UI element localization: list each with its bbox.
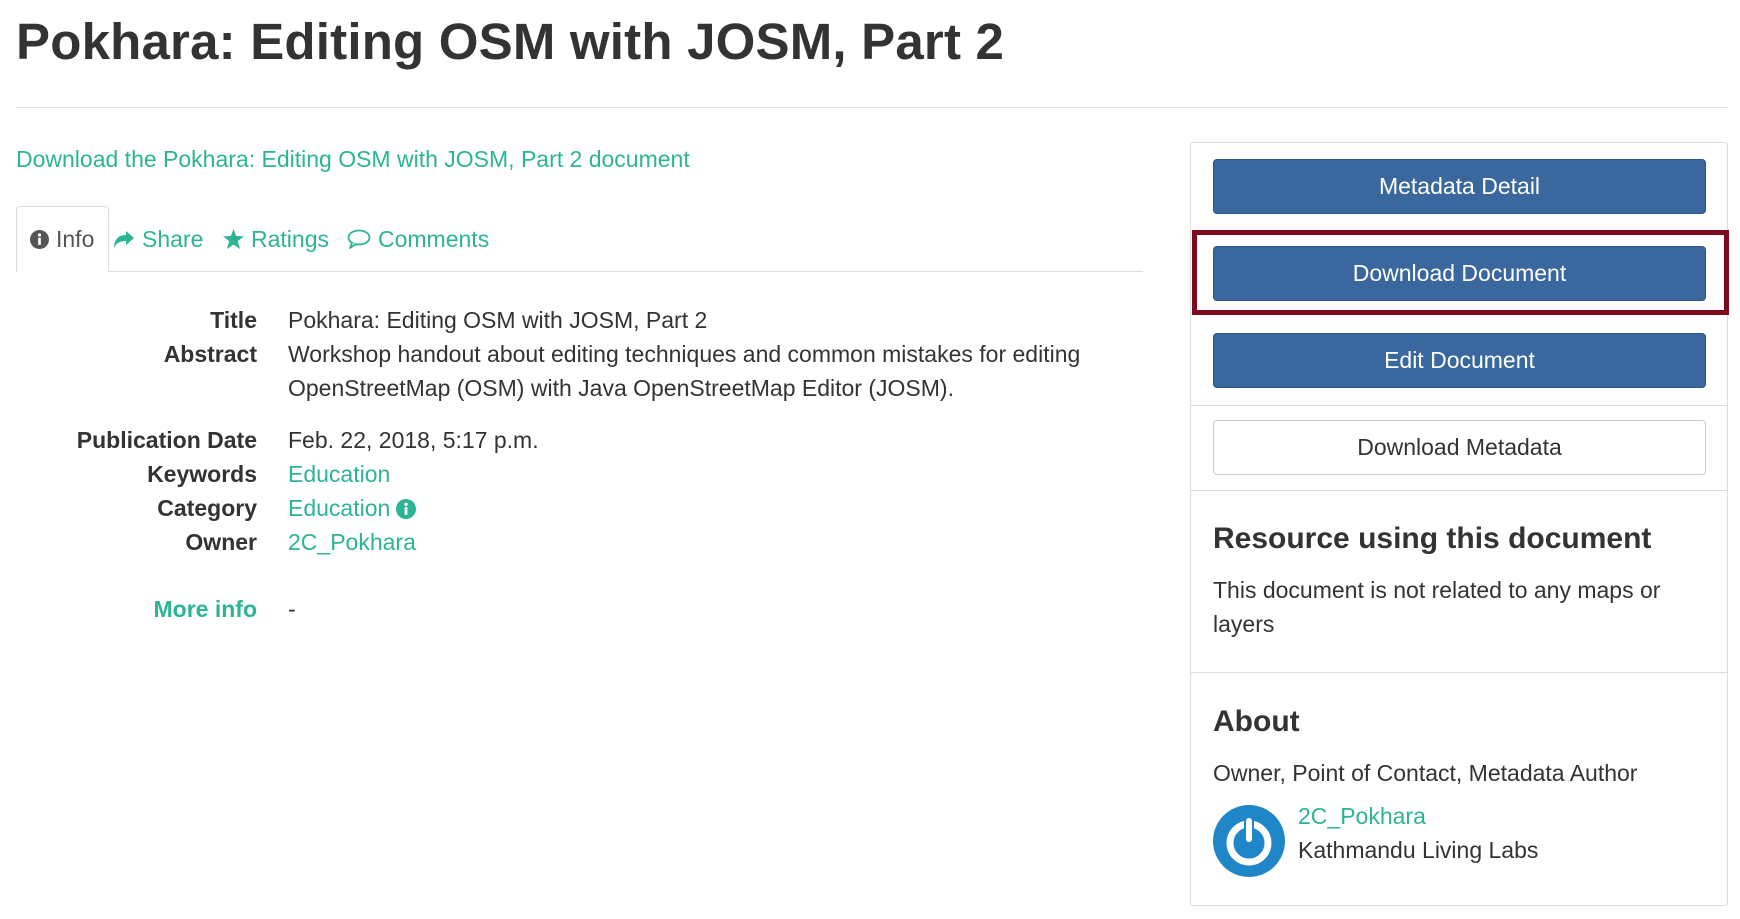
star-icon — [223, 229, 244, 249]
category-link[interactable]: Education — [288, 495, 390, 521]
resource-text: This document is not related to any maps… — [1213, 577, 1661, 637]
document-detail-page: Pokhara: Editing OSM with JOSM, Part 2 D… — [0, 0, 1740, 919]
meta-abstract-key: Abstract — [163, 341, 257, 367]
info-circle-icon — [30, 230, 49, 249]
title-divider — [16, 107, 1728, 108]
download-metadata-button[interactable]: Download Metadata — [1213, 420, 1706, 475]
tab-bar: Info Share Ratings Comments — [16, 206, 1143, 273]
share-icon — [113, 230, 135, 249]
meta-pubdate-value: Feb. 22, 2018, 5:17 p.m. — [288, 427, 539, 453]
meta-abstract-line-1: Workshop handout about editing technique… — [288, 341, 1081, 367]
category-info-icon[interactable] — [396, 494, 417, 528]
tab-comments[interactable]: Comments — [347, 206, 489, 272]
sidebar-divider — [1191, 672, 1727, 673]
meta-abstract-line-2: OpenStreetMap (OSM) with Java OpenStreet… — [288, 375, 954, 401]
metadata-detail-button[interactable]: Metadata Detail — [1213, 159, 1706, 214]
tab-info[interactable]: Info — [16, 206, 109, 273]
about-owner-org: Kathmandu Living Labs — [1298, 837, 1539, 863]
tab-info-label: Info — [56, 226, 95, 252]
meta-pubdate-key: Publication Date — [76, 427, 257, 453]
download-document-link[interactable]: Download the Pokhara: Editing OSM with J… — [16, 146, 690, 173]
meta-owner-key: Owner — [185, 529, 257, 555]
meta-category-key: Category — [157, 495, 257, 521]
download-document-button[interactable]: Download Document — [1213, 246, 1706, 301]
sidebar-divider — [1191, 405, 1727, 406]
page-title: Pokhara: Editing OSM with JOSM, Part 2 — [16, 13, 1005, 70]
sidebar-divider — [1191, 490, 1727, 491]
meta-title-value: Pokhara: Editing OSM with JOSM, Part 2 — [288, 307, 708, 333]
resource-heading: Resource using this document — [1213, 522, 1652, 555]
tab-share[interactable]: Share — [113, 206, 203, 272]
about-owner-link[interactable]: 2C_Pokhara — [1298, 803, 1426, 830]
keyword-link[interactable]: Education — [288, 457, 390, 491]
tab-ratings[interactable]: Ratings — [223, 206, 329, 272]
more-info-value: - — [288, 596, 296, 622]
meta-keywords-key: Keywords — [147, 461, 257, 487]
avatar[interactable] — [1213, 805, 1285, 877]
about-roles: Owner, Point of Contact, Metadata Author — [1213, 760, 1638, 786]
tab-share-label: Share — [142, 225, 204, 252]
comment-icon — [347, 229, 371, 249]
owner-link[interactable]: 2C_Pokhara — [288, 525, 416, 559]
about-heading: About — [1213, 705, 1300, 738]
meta-title-key: Title — [210, 307, 257, 333]
edit-document-button[interactable]: Edit Document — [1213, 333, 1706, 388]
sidebar-panel: Metadata Detail Download Document Edit D… — [1190, 142, 1728, 906]
power-logo-icon — [1213, 805, 1285, 877]
more-info-toggle[interactable]: More info — [0, 592, 258, 626]
tab-comments-label: Comments — [378, 225, 490, 252]
tab-ratings-label: Ratings — [251, 225, 329, 252]
meta-category-value: Education — [288, 491, 417, 528]
